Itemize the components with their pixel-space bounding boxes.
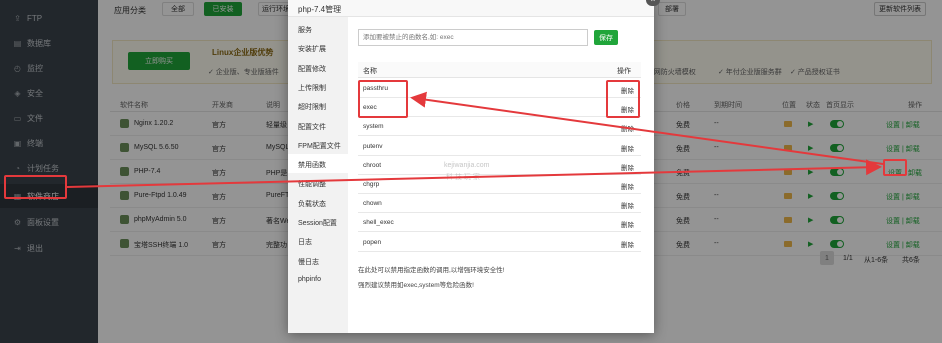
function-row: chown 删除: [358, 194, 641, 214]
highlight-delete-box: [606, 80, 640, 118]
modal-menu-item[interactable]: 服务: [288, 19, 348, 38]
watermark: 科 技 玩 家: [446, 174, 480, 181]
function-row: chroot 删除: [358, 156, 641, 175]
highlight-store-box: [4, 175, 67, 199]
function-row: putenv 删除: [358, 137, 641, 156]
modal-title: php-7.4管理: [288, 0, 654, 17]
modal-menu-item[interactable]: 超时限制: [288, 96, 348, 115]
functions-table-header: 名称 操作: [358, 62, 641, 78]
delete-button[interactable]: 删除: [621, 200, 634, 210]
modal-menu-item[interactable]: 禁用函数: [288, 154, 348, 174]
modal-menu-item[interactable]: 配置文件: [288, 116, 348, 135]
modal-menu-item[interactable]: 负载状态: [288, 193, 348, 212]
function-row: popen 删除: [358, 233, 641, 252]
modal-menu-item[interactable]: phpinfo: [288, 270, 348, 289]
save-button[interactable]: 保存: [594, 30, 618, 45]
function-name: shell_exec: [363, 219, 394, 227]
col-func-name: 名称: [363, 68, 377, 75]
delete-button[interactable]: 删除: [621, 162, 634, 172]
modal-menu-item[interactable]: 安装扩展: [288, 38, 348, 57]
note-text: 强烈建议禁用如exec,system等危险函数!: [358, 282, 474, 289]
delete-button[interactable]: 删除: [621, 123, 634, 133]
function-row: chgrp 删除: [358, 175, 641, 194]
modal-menu-item[interactable]: 配置修改: [288, 58, 348, 77]
function-row: shell_exec 删除: [358, 213, 641, 233]
delete-button[interactable]: 删除: [621, 181, 634, 191]
delete-button[interactable]: 删除: [621, 219, 634, 229]
note-text: 在此处可以禁用指定函数的调用,以增强环境安全性!: [358, 267, 505, 274]
modal-menu-item[interactable]: FPM配置文件: [288, 135, 348, 154]
function-name: putenv: [363, 142, 383, 150]
highlight-settings-box: [883, 159, 907, 176]
function-name: chown: [363, 200, 382, 208]
delete-button[interactable]: 删除: [621, 239, 634, 249]
col-func-op: 操作: [617, 68, 631, 75]
function-row: system 删除: [358, 117, 641, 137]
watermark: kejiwanjia.com: [444, 162, 490, 169]
modal-menu-item[interactable]: 性能调整: [288, 173, 348, 192]
function-name: chgrp: [363, 181, 380, 188]
modal-menu-item[interactable]: Session配置: [288, 212, 348, 231]
modal-menu-item[interactable]: 慢日志: [288, 251, 348, 270]
modal-menu: 服务 安装扩展 配置修改 上传限制 超时限制 配置文件 FPM配置文件 禁用函数 性能调整 负载状…: [288, 17, 348, 333]
function-name: system: [363, 123, 384, 131]
delete-button[interactable]: 删除: [621, 143, 634, 153]
function-name: chroot: [363, 161, 382, 169]
modal-menu-item[interactable]: 上传限制: [288, 77, 348, 96]
highlight-functions-box: [358, 80, 408, 118]
modal-menu-item[interactable]: 日志: [288, 231, 348, 250]
function-name: popen: [363, 238, 382, 246]
function-input[interactable]: [358, 29, 588, 46]
